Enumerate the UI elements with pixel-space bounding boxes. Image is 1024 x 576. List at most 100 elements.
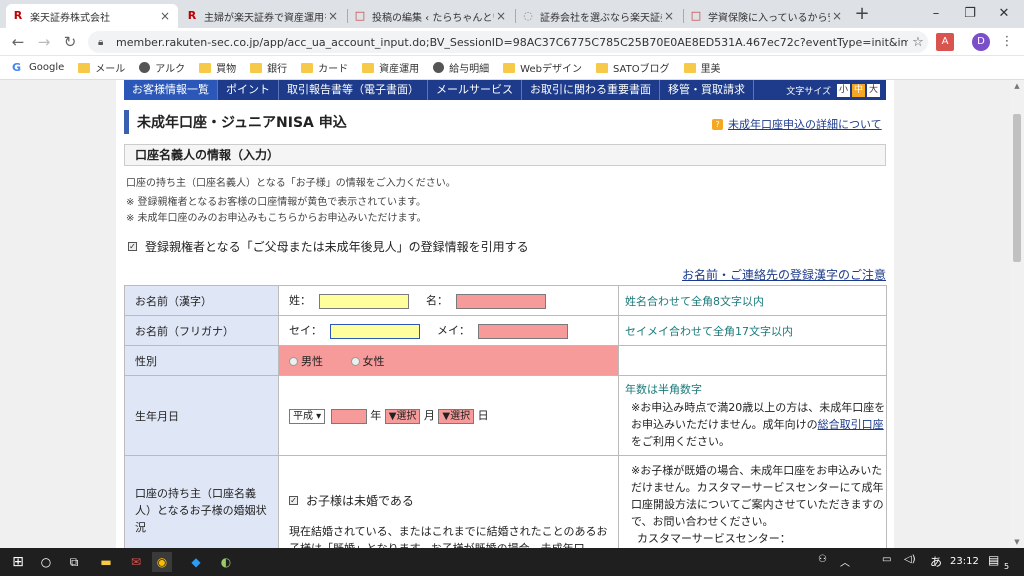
close-icon[interactable]: × [830, 9, 844, 23]
birth-day-select[interactable]: ▼選択 [438, 408, 475, 424]
new-tab-button[interactable]: + [852, 5, 872, 25]
gender-female-radio[interactable] [350, 357, 360, 366]
first-name-kanji-input[interactable] [455, 293, 546, 309]
task-view-icon[interactable]: ⧉ [64, 552, 84, 572]
folder-icon [78, 62, 91, 73]
tab-education-insurance[interactable]: □ 学資保険に入っているから安心 × [684, 4, 850, 28]
first-name-kana-input[interactable] [477, 323, 568, 339]
bookmark-mail[interactable]: メール [78, 60, 125, 75]
close-icon[interactable]: × [326, 9, 340, 23]
restore-button[interactable]: ❐ [956, 4, 984, 24]
folder-icon [199, 62, 212, 73]
notification-icon[interactable]: ▤ [988, 553, 999, 567]
chrome-icon[interactable]: ◉ [152, 552, 172, 572]
network-icon[interactable]: ▭ [882, 554, 891, 565]
bookmark-google[interactable]: G Google [12, 61, 64, 74]
field-label: お名前（フリガナ） [124, 315, 279, 346]
bookmark-bank[interactable]: 銀行 [250, 60, 287, 75]
bookmark-alc[interactable]: アルク [139, 60, 185, 75]
close-icon[interactable]: × [158, 9, 172, 23]
hint-birth-body: ※お申込み時点で満20歳以上の方は、未成年口座をお申込みいただけません。成年向け… [631, 401, 886, 448]
tray-expand-icon[interactable]: ︿ [840, 554, 850, 569]
search-icon[interactable]: ○ [36, 552, 56, 572]
note-minor-only: ※ 未成年口座のみのお申込みもこちらからお申込みいただけます。 [126, 213, 427, 224]
page-content: お客様情報一覧 ポイント 取引報告書等（電子書面） メールサービス お取引に関わ… [116, 80, 894, 548]
quote-info-row: ✓ 登録親権者となる「ご父母または未成年後見人」の登録情報を引用する [128, 238, 529, 255]
tab-rakuten-sec[interactable]: R 楽天証券株式会社 × [6, 4, 178, 28]
bookmark-card[interactable]: カード [301, 60, 348, 75]
file-explorer-icon[interactable]: ▬ [96, 552, 116, 572]
vscode-icon[interactable]: ◆ [186, 552, 206, 572]
hint-name-kanji: 姓名合わせて全角8文字以内 [618, 285, 887, 316]
tab-choose-broker[interactable]: ◌ 証券会社を選ぶなら楽天証券 × [516, 4, 682, 28]
font-size-medium-button[interactable]: 中 [852, 83, 865, 97]
windows-start-icon[interactable]: ⊞ [8, 552, 28, 572]
forward-button[interactable]: → [34, 32, 54, 52]
notification-count: 5 [1004, 562, 1010, 571]
help-icon: ? [712, 118, 723, 130]
tab-bar: R 楽天証券株式会社 × R 主婦が楽天証券で資産運用を × □ 投稿の編集 ‹… [0, 0, 1024, 28]
row-birthdate: 生年月日 平成 ▾ 年 ▼選択 月 ▼選択 日 年数は半角数字 ※お申込み時点で… [124, 375, 887, 456]
bookmark-satomi[interactable]: 里美 [683, 60, 721, 75]
row-gender: 性別 男性 女性 [124, 345, 887, 376]
menu-icon[interactable]: ⋮ [1000, 33, 1014, 51]
page-favicon-icon: □ [354, 9, 366, 22]
nav-transfer[interactable]: 移管・買取請求 [660, 80, 754, 100]
scroll-down-icon[interactable]: ▼ [1010, 536, 1024, 548]
last-name-kanji-input[interactable] [318, 293, 409, 309]
font-size-small-button[interactable]: 小 [837, 83, 850, 97]
row-name-kanji: お名前（漢字） 姓： 名： 姓名合わせて全角8文字以内 [124, 285, 887, 316]
bookmark-sato-blog[interactable]: SATOブログ [595, 60, 670, 75]
bookmark-star-icon[interactable]: ☆ [908, 35, 928, 50]
app-icon[interactable]: ◐ [216, 552, 236, 572]
lock-icon: 🔒︎ [98, 36, 104, 48]
address-bar: ← → ↻ 🔒︎ member.rakuten-sec.co.jp/app/ac… [0, 28, 1024, 56]
back-button[interactable]: ← [8, 32, 28, 52]
scroll-up-icon[interactable]: ▲ [1010, 80, 1024, 92]
unmarried-checkbox[interactable]: ✓ [289, 496, 298, 505]
url-text: member.rakuten-sec.co.jp/app/acc_ua_acco… [116, 35, 908, 49]
people-icon[interactable]: ⚇ [818, 554, 827, 565]
tab-housewife-investing[interactable]: R 主婦が楽天証券で資産運用を × [180, 4, 346, 28]
nav-mail-service[interactable]: メールサービス [428, 80, 522, 100]
mei-kana-label: メイ： [437, 324, 470, 338]
birth-month-select[interactable]: ▼選択 [384, 408, 421, 424]
volume-icon[interactable]: ◁) [904, 554, 916, 565]
avatar[interactable]: D [972, 33, 990, 51]
nav-points[interactable]: ポイント [218, 80, 279, 100]
last-name-kana-input[interactable] [329, 323, 420, 339]
era-select[interactable]: 平成 ▾ [289, 408, 326, 424]
bookmark-payslip[interactable]: 給与明細 [433, 60, 489, 75]
close-icon[interactable]: × [494, 9, 508, 23]
gender-male-radio[interactable] [289, 357, 298, 366]
bookmark-shopping[interactable]: 買物 [199, 60, 236, 75]
account-holder-form: お名前（漢字） 姓： 名： 姓名合わせて全角8文字以内 お名前（フリガナ） セイ… [124, 285, 887, 548]
bookmark-webdesign[interactable]: Webデザイン [503, 60, 582, 75]
font-size-large-button[interactable]: 大 [867, 83, 880, 97]
reload-button[interactable]: ↻ [60, 32, 80, 52]
mail-icon[interactable]: ✉ [126, 552, 146, 572]
quote-info-checkbox[interactable]: ✓ [128, 242, 137, 251]
general-account-link[interactable]: 総合取引口座 [818, 418, 884, 431]
minimize-button[interactable]: – [922, 4, 950, 24]
tab-post-edit[interactable]: □ 投稿の編集 ‹ たらちゃんといく × [348, 4, 514, 28]
bookmark-investment[interactable]: 資産運用 [362, 60, 419, 75]
pdf-extension-icon[interactable]: A [936, 33, 954, 51]
url-field[interactable]: 🔒︎ member.rakuten-sec.co.jp/app/acc_ua_a… [88, 31, 928, 53]
nav-customer-info[interactable]: お客様情報一覧 [124, 80, 218, 100]
scrollbar-thumb[interactable] [1013, 114, 1021, 262]
close-window-button[interactable]: ✕ [990, 4, 1018, 24]
page-scrollbar[interactable]: ▲ ▼ [1010, 80, 1024, 548]
nav-trade-reports[interactable]: 取引報告書等（電子書面） [279, 80, 428, 100]
close-icon[interactable]: × [662, 9, 676, 23]
male-label: 男性 [301, 354, 323, 368]
ime-indicator[interactable]: あ [930, 553, 942, 570]
unmarried-label: お子様は未婚である [306, 494, 414, 508]
field-label: 口座の持ち主（口座名義人）となるお子様の婚姻状況 [124, 455, 279, 548]
nav-important-docs[interactable]: お取引に関わる重要書面 [522, 80, 660, 100]
kanji-notice-link[interactable]: お名前・ご連絡先の登録漢字のご注意 [682, 266, 886, 283]
tab-label: 証券会社を選ぶなら楽天証券 [540, 12, 662, 24]
detail-link[interactable]: 未成年口座申込の詳細について [728, 116, 882, 132]
birth-year-input[interactable] [330, 408, 367, 424]
clock[interactable]: 23:12 [950, 556, 979, 567]
